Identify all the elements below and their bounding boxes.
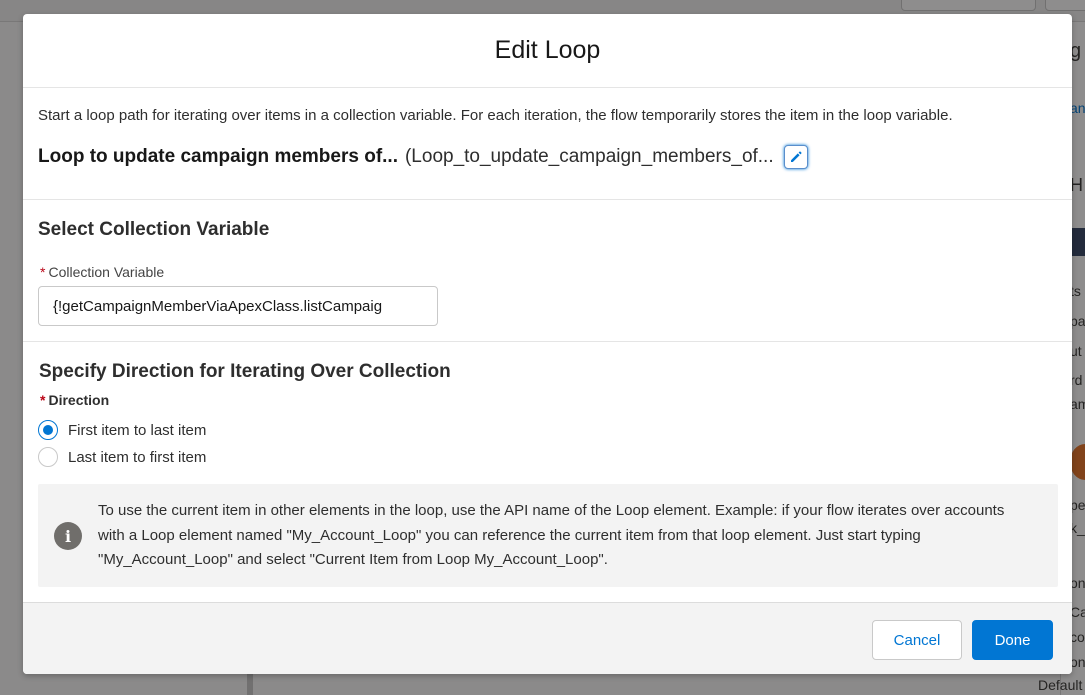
collection-variable-input[interactable]	[38, 286, 438, 326]
done-button[interactable]: Done	[972, 620, 1053, 660]
radio-dot	[43, 425, 53, 435]
required-marker: *	[40, 392, 46, 408]
required-marker: *	[40, 264, 46, 280]
collection-section-title: Select Collection Variable	[38, 219, 270, 240]
radio-label: First item to last item	[68, 421, 207, 439]
info-box: i To use the current item in other eleme…	[38, 484, 1058, 587]
loop-label-row: Loop to update campaign members of... (L…	[38, 144, 808, 170]
loop-api-name: (Loop_to_update_campaign_members_of...	[404, 146, 774, 167]
collection-variable-label: * Collection Variable	[40, 264, 164, 280]
info-text: To use the current item in other element…	[98, 502, 1005, 568]
pencil-icon	[790, 151, 802, 162]
direction-label-text: Direction	[48, 392, 110, 408]
modal-footer: Cancel Done	[23, 602, 1072, 674]
direction-label: * Direction	[40, 392, 109, 408]
section-divider	[23, 341, 1072, 342]
modal-header: Edit Loop	[23, 14, 1072, 88]
loop-label: Loop to update campaign members of...	[38, 146, 398, 167]
direction-section-title: Specify Direction for Iterating Over Col…	[39, 361, 451, 382]
radio-first-to-last[interactable]: First item to last item	[38, 419, 206, 441]
modal-title: Edit Loop	[494, 36, 601, 64]
edit-loop-modal: Edit Loop Start a loop path for iteratin…	[23, 14, 1072, 674]
info-icon: i	[54, 522, 82, 550]
radio-last-to-first[interactable]: Last item to first item	[38, 446, 206, 468]
radio-button[interactable]	[38, 447, 58, 467]
intro-text: Start a loop path for iterating over ite…	[38, 107, 953, 124]
edit-label-button[interactable]	[783, 145, 808, 169]
radio-label: Last item to first item	[68, 448, 207, 466]
radio-button-checked[interactable]	[38, 420, 58, 440]
section-divider	[23, 199, 1072, 200]
collection-variable-label-text: Collection Variable	[48, 264, 165, 280]
cancel-button[interactable]: Cancel	[872, 620, 962, 660]
